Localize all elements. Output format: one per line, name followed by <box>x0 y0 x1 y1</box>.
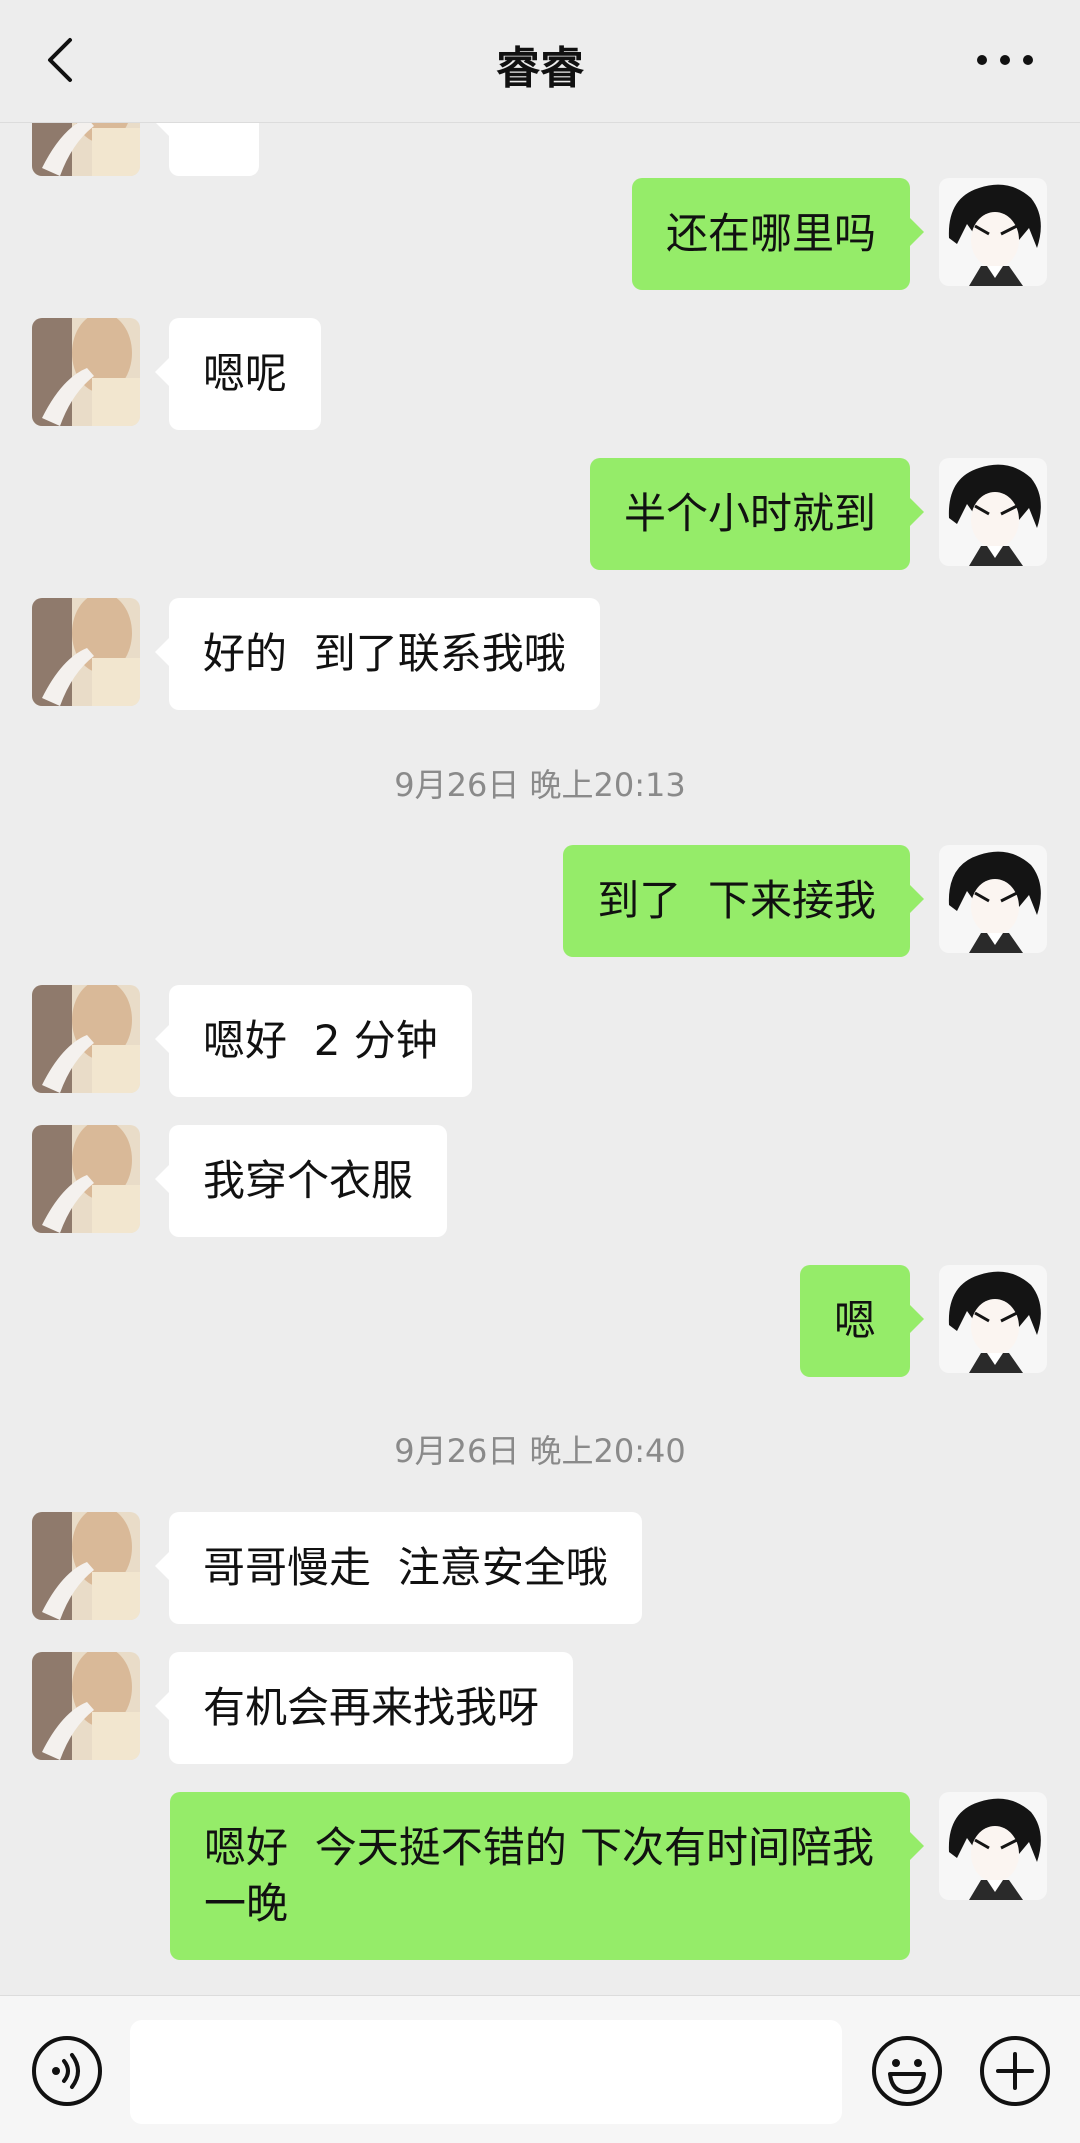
self-avatar-image <box>939 1792 1047 1900</box>
message-bubble[interactable]: 嗯呢 <box>154 318 322 430</box>
chat-title: 睿睿 <box>496 43 584 94</box>
message-bubble[interactable]: 还在哪里吗 <box>631 178 925 290</box>
timestamp: 9月26日 晚上20:13 <box>394 766 686 804</box>
input-bar <box>0 1995 1080 2143</box>
contact-avatar[interactable] <box>32 1512 140 1620</box>
contact-avatar-image <box>32 1125 140 1233</box>
self-avatar[interactable] <box>939 1265 1047 1373</box>
contact-avatar-image <box>32 1512 140 1620</box>
contact-avatar[interactable] <box>32 1125 140 1233</box>
self-avatar[interactable] <box>939 458 1047 566</box>
contact-avatar-image <box>32 123 140 176</box>
plus-icon[interactable] <box>978 2034 1052 2108</box>
self-avatar[interactable] <box>939 178 1047 286</box>
message-input[interactable] <box>130 2020 842 2124</box>
self-avatar[interactable] <box>939 1792 1047 1900</box>
message-bubble[interactable]: 半个小时就到 <box>589 458 925 570</box>
message-bubble[interactable]: 到了 下来接我 <box>563 845 924 957</box>
message-bubble[interactable]: 嗯好 今天挺不错的 下次有时间陪我一晚 <box>170 1792 924 1960</box>
message-bubble[interactable] <box>155 123 259 176</box>
emoji-icon[interactable] <box>870 2034 944 2108</box>
message-bubble[interactable]: 哥哥慢走 注意安全哦 <box>155 1512 642 1624</box>
message-bubble[interactable]: 我穿个衣服 <box>154 1125 448 1237</box>
self-avatar-image <box>939 845 1047 953</box>
message-bubble[interactable]: 有机会再来找我呀 <box>154 1652 574 1764</box>
self-avatar[interactable] <box>939 845 1047 953</box>
self-avatar-image <box>939 178 1047 286</box>
contact-avatar[interactable] <box>32 123 140 176</box>
message-list[interactable]: 还在哪里吗 嗯呢 半个小时就到 好的 到了联系我哦 9月26日 晚上20:13 … <box>0 123 1080 1993</box>
contact-avatar-image <box>32 1652 140 1760</box>
message-bubble[interactable]: 好的 到了联系我哦 <box>155 598 600 710</box>
voice-icon[interactable] <box>30 2034 104 2108</box>
contact-avatar[interactable] <box>32 985 140 1093</box>
contact-avatar-image <box>32 318 140 426</box>
contact-avatar[interactable] <box>32 598 140 706</box>
contact-avatar-image <box>32 985 140 1093</box>
contact-avatar[interactable] <box>32 1652 140 1760</box>
message-bubble[interactable]: 嗯好 2 分钟 <box>155 985 472 1097</box>
self-avatar-image <box>939 458 1047 566</box>
nav-bar: 睿睿 <box>0 0 1080 123</box>
message-bubble[interactable]: 嗯 <box>799 1265 925 1377</box>
contact-avatar[interactable] <box>32 318 140 426</box>
more-dots-icon[interactable] <box>970 40 1040 80</box>
self-avatar-image <box>939 1265 1047 1373</box>
timestamp: 9月26日 晚上20:40 <box>394 1432 686 1470</box>
contact-avatar-image <box>32 598 140 706</box>
